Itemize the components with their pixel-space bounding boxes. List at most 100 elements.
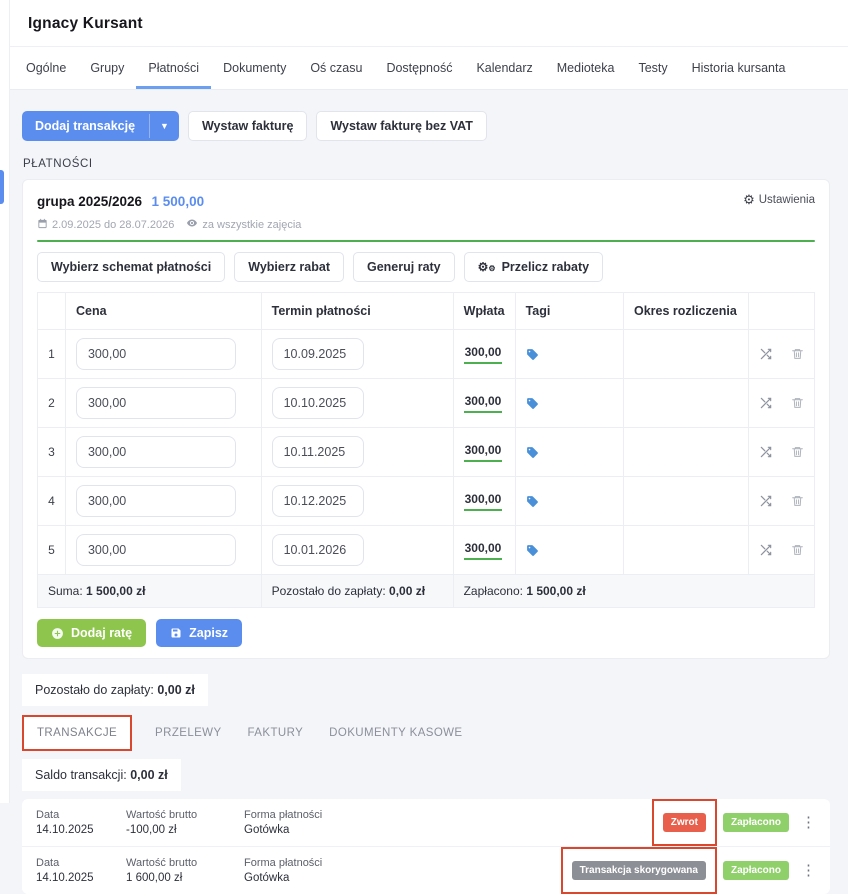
- subtab-dokumenty-kasowe[interactable]: DOKUMENTY KASOWE: [316, 717, 475, 749]
- tab-historia-kursanta[interactable]: Historia kursanta: [680, 47, 798, 89]
- subtab-transakcje[interactable]: TRANSAKCJE: [24, 717, 130, 749]
- shuffle-icon[interactable]: [759, 543, 773, 557]
- price-input[interactable]: [76, 387, 236, 419]
- shuffle-icon[interactable]: [759, 445, 773, 459]
- add-transaction-label: Dodaj transakcję: [22, 112, 149, 140]
- subtab-przelewy[interactable]: PRZELEWY: [142, 717, 234, 749]
- paid-amount: 300,00: [464, 541, 503, 560]
- issue-invoice-button[interactable]: Wystaw fakturę: [188, 111, 307, 141]
- transaction-row: Data 14.10.2025 Wartość brutto -100,00 z…: [22, 799, 830, 846]
- annotation-box-transakcja-skorygowana: Transakcja skorygowana: [561, 847, 717, 894]
- trash-icon[interactable]: [791, 396, 804, 410]
- shuffle-icon[interactable]: [759, 494, 773, 508]
- tag-icon[interactable]: [526, 495, 613, 508]
- row-menu-icon[interactable]: ⋮: [801, 815, 816, 830]
- due-date-input[interactable]: [272, 387, 364, 419]
- period-cell: [623, 330, 748, 379]
- table-row: 2 300,00: [38, 379, 815, 428]
- group-scope: za wszystkie zajęcia: [186, 217, 301, 231]
- price-input[interactable]: [76, 436, 236, 468]
- save-button[interactable]: Zapisz: [156, 619, 242, 647]
- period-cell: [623, 428, 748, 477]
- group-title: grupa 2025/2026 1 500,00: [37, 193, 204, 211]
- tab-dokumenty[interactable]: Dokumenty: [211, 47, 298, 89]
- issue-invoice-label: Wystaw fakturę: [202, 119, 293, 133]
- add-transaction-button[interactable]: Dodaj transakcję ▼: [22, 111, 179, 141]
- transactions-list: Data 14.10.2025 Wartość brutto -100,00 z…: [22, 799, 830, 894]
- due-date-input[interactable]: [272, 436, 364, 468]
- annotation-box-transakcje: TRANSAKCJE: [22, 715, 132, 751]
- table-header-row: Cena Termin płatności Wpłata Tagi Okres …: [38, 293, 815, 330]
- content-area: Dodaj transakcję ▼ Wystaw fakturę Wystaw…: [0, 90, 848, 894]
- price-input[interactable]: [76, 485, 236, 517]
- summary-paid: Zapłacono: 1 500,00 zł: [453, 575, 814, 608]
- save-icon: [170, 627, 182, 639]
- group-amount: 1 500,00: [152, 194, 205, 209]
- row-number: 1: [38, 330, 66, 379]
- table-row: 3 300,00: [38, 428, 815, 477]
- trash-icon[interactable]: [791, 494, 804, 508]
- tag-icon[interactable]: [526, 446, 613, 459]
- transaction-balance-chip: Saldo transakcji: 0,00 zł: [22, 759, 181, 791]
- issue-invoice-no-vat-button[interactable]: Wystaw fakturę bez VAT: [316, 111, 486, 141]
- summary-remaining: Pozostało do zapłaty: 0,00 zł: [261, 575, 453, 608]
- row-number: 4: [38, 477, 66, 526]
- group-name: grupa 2025/2026: [37, 194, 142, 209]
- shuffle-icon[interactable]: [759, 396, 773, 410]
- tx-date: Data 14.10.2025: [36, 857, 100, 884]
- installments-table: Cena Termin płatności Wpłata Tagi Okres …: [37, 292, 815, 608]
- group-dates: 2.09.2025 do 28.07.2026: [37, 218, 174, 231]
- transaction-row: Data 14.10.2025 Wartość brutto 1 600,00 …: [22, 846, 830, 894]
- eye-icon: [186, 217, 198, 229]
- row-number: 3: [38, 428, 66, 477]
- trash-icon[interactable]: [791, 445, 804, 459]
- sidebar-active-indicator: [0, 170, 4, 204]
- period-cell: [623, 477, 748, 526]
- transactions-tabbar: TRANSAKCJE PRZELEWY FAKTURY DOKUMENTY KA…: [22, 715, 830, 751]
- tab-dostepnosc[interactable]: Dostępność: [374, 47, 464, 89]
- chevron-down-icon[interactable]: ▼: [149, 114, 179, 138]
- generate-installments-button[interactable]: Generuj raty: [353, 252, 455, 282]
- payments-heading: PŁATNOŚCI: [23, 158, 830, 170]
- tag-icon[interactable]: [526, 348, 613, 361]
- trash-icon[interactable]: [791, 543, 804, 557]
- row-menu-icon[interactable]: ⋮: [801, 863, 816, 878]
- tab-platnosci[interactable]: Płatności: [136, 47, 211, 89]
- price-input[interactable]: [76, 338, 236, 370]
- add-installment-button[interactable]: Dodaj ratę: [37, 619, 146, 647]
- tab-ogolne[interactable]: Ogólne: [14, 47, 78, 89]
- group-meta: 2.09.2025 do 28.07.2026 za wszystkie zaj…: [37, 217, 815, 231]
- paid-amount: 300,00: [464, 492, 503, 511]
- card-footer: Dodaj ratę Zapisz: [37, 619, 815, 647]
- main-tabbar: Ogólne Grupy Płatności Dokumenty Oś czas…: [0, 47, 848, 90]
- paid-badge: Zapłacono: [723, 861, 789, 880]
- choose-schema-button[interactable]: Wybierz schemat płatności: [37, 252, 225, 282]
- subtab-faktury[interactable]: FAKTURY: [235, 717, 317, 749]
- trash-icon[interactable]: [791, 347, 804, 361]
- recalculate-discounts-button[interactable]: ⚙⚙ Przelicz rabaty: [464, 252, 603, 282]
- price-input[interactable]: [76, 534, 236, 566]
- tab-medioteka[interactable]: Medioteka: [545, 47, 627, 89]
- sidebar-edge: [0, 0, 10, 803]
- choose-discount-button[interactable]: Wybierz rabat: [234, 252, 344, 282]
- annotation-box-zwrot: Zwrot: [652, 799, 717, 846]
- tag-icon[interactable]: [526, 544, 613, 557]
- settings-button[interactable]: ⚙ Ustawienia: [743, 193, 815, 206]
- row-number: 2: [38, 379, 66, 428]
- col-termin: Termin płatności: [261, 293, 453, 330]
- due-date-input[interactable]: [272, 485, 364, 517]
- table-row: 5 300,00: [38, 526, 815, 575]
- calendar-icon: [37, 218, 48, 229]
- tag-icon[interactable]: [526, 397, 613, 410]
- due-date-input[interactable]: [272, 338, 364, 370]
- due-date-input[interactable]: [272, 534, 364, 566]
- schema-actions: Wybierz schemat płatności Wybierz rabat …: [37, 252, 815, 282]
- tab-grupy[interactable]: Grupy: [78, 47, 136, 89]
- tab-os-czasu[interactable]: Oś czasu: [298, 47, 374, 89]
- period-cell: [623, 526, 748, 575]
- shuffle-icon[interactable]: [759, 347, 773, 361]
- tab-testy[interactable]: Testy: [626, 47, 679, 89]
- issue-invoice-no-vat-label: Wystaw fakturę bez VAT: [330, 119, 472, 133]
- col-tagi: Tagi: [515, 293, 623, 330]
- tab-kalendarz[interactable]: Kalendarz: [464, 47, 544, 89]
